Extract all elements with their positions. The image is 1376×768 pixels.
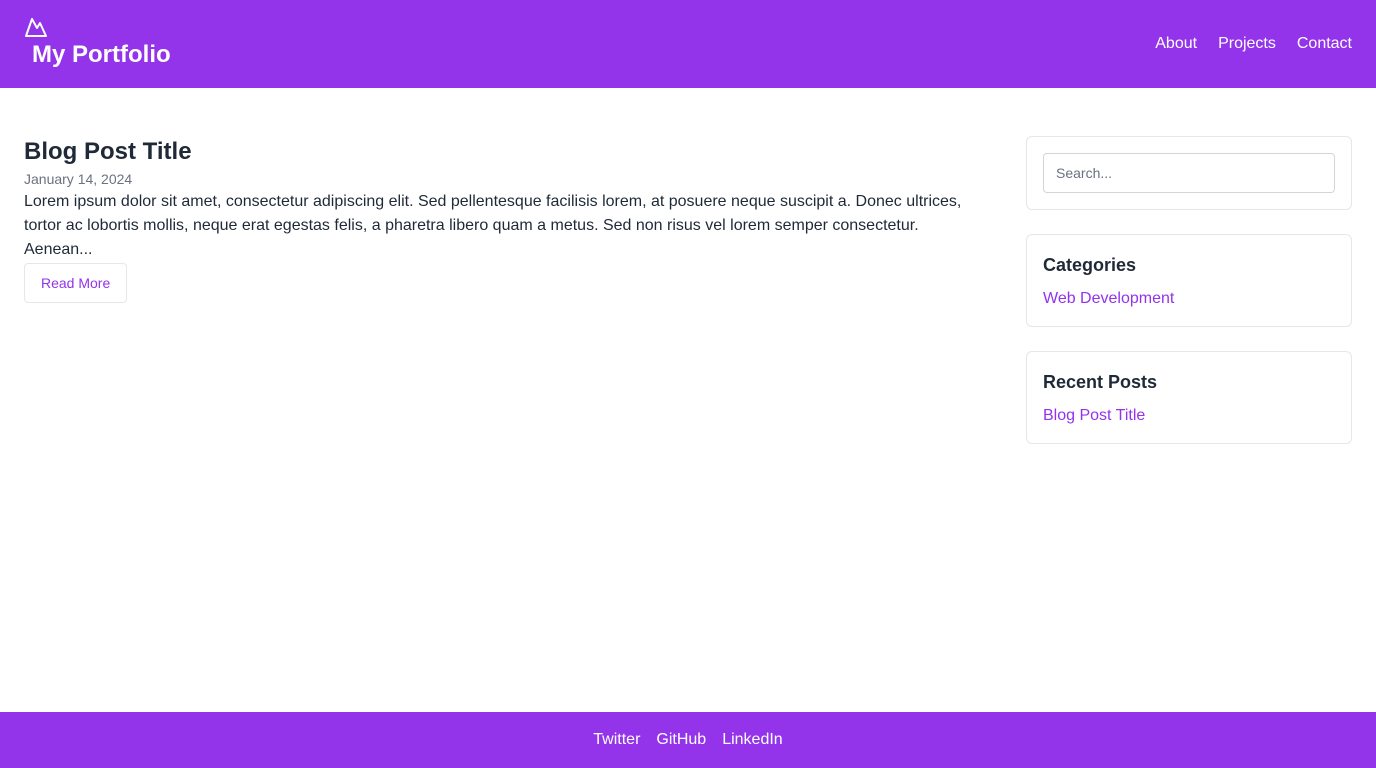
footer-link-github[interactable]: GitHub xyxy=(656,729,706,751)
category-link-web-development[interactable]: Web Development xyxy=(1043,288,1335,310)
search-card xyxy=(1026,136,1352,210)
footer-link-twitter[interactable]: Twitter xyxy=(593,729,640,751)
site-footer: Twitter GitHub LinkedIn xyxy=(0,712,1376,768)
read-more-button[interactable]: Read More xyxy=(24,263,128,303)
site-title[interactable]: My Portfolio xyxy=(32,40,171,70)
nav-link-projects[interactable]: Projects xyxy=(1218,33,1276,55)
main-content: Blog Post Title January 14, 2024 Lorem i… xyxy=(24,136,984,303)
blog-post-preview: Blog Post Title January 14, 2024 Lorem i… xyxy=(24,136,984,303)
post-date: January 14, 2024 xyxy=(24,171,133,187)
categories-heading: Categories xyxy=(1043,255,1137,275)
categories-card: Categories Web Development xyxy=(1026,234,1352,327)
sidebar: Categories Web Development Recent Posts … xyxy=(1026,136,1352,468)
post-excerpt: Lorem ipsum dolor sit amet, consectetur … xyxy=(24,193,962,258)
mountain-icon[interactable] xyxy=(24,16,48,38)
nav-link-contact[interactable]: Contact xyxy=(1297,33,1352,55)
main-nav: About Projects Contact xyxy=(1155,33,1352,55)
footer-link-linkedin[interactable]: LinkedIn xyxy=(722,729,783,751)
search-input[interactable] xyxy=(1043,153,1335,193)
site-header: My Portfolio About Projects Contact xyxy=(0,0,1376,88)
recent-posts-card: Recent Posts Blog Post Title xyxy=(1026,351,1352,444)
nav-link-about[interactable]: About xyxy=(1155,33,1197,55)
post-title: Blog Post Title xyxy=(24,138,192,165)
recent-post-link[interactable]: Blog Post Title xyxy=(1043,405,1335,427)
recent-posts-heading: Recent Posts xyxy=(1043,372,1158,392)
